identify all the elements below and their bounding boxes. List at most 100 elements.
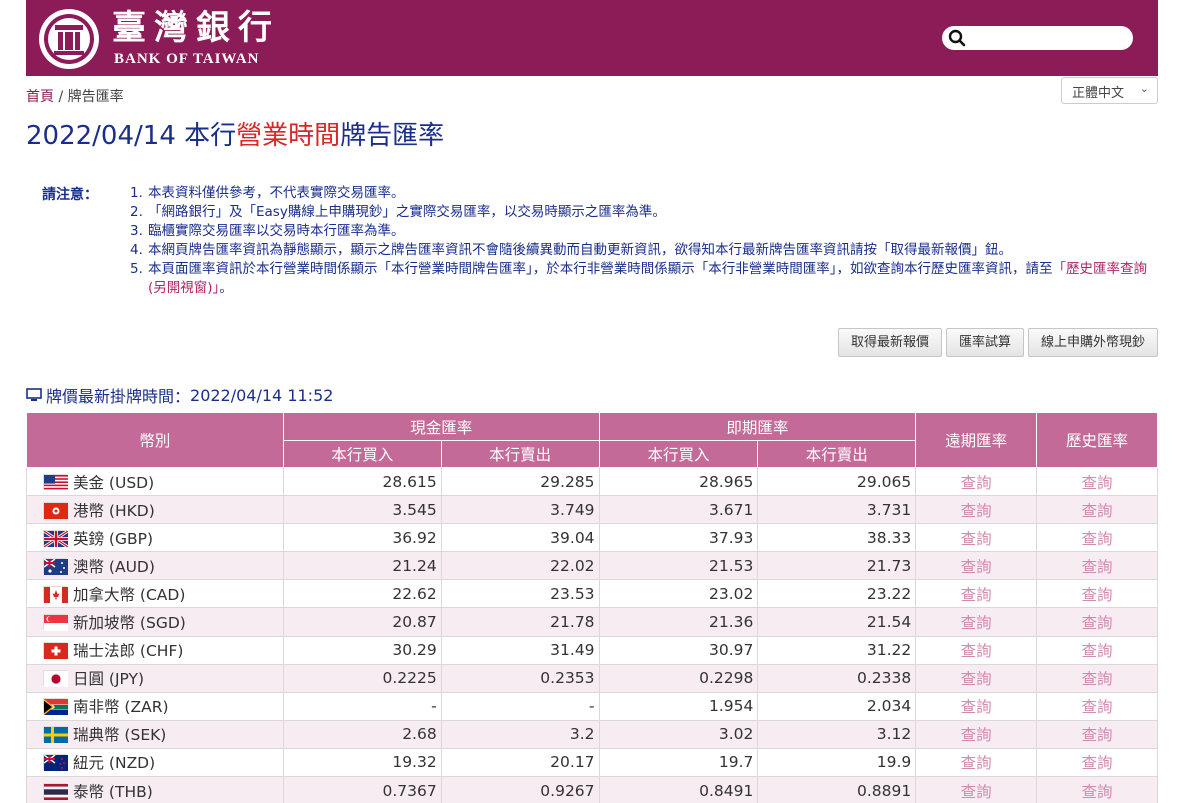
spot-buy-cell: 28.965: [598, 466, 759, 497]
table-row: 瑞典幣 (SEK) 2.68 3.2 3.02 3.12 查詢 查詢: [26, 719, 1158, 749]
spot-sell-cell: 19.9: [757, 747, 917, 778]
currency-cell: 新加坡幣 (SGD): [26, 607, 284, 637]
update-time: 牌價最新掛牌時間： 2022/04/14 11:52: [26, 383, 333, 407]
currency-name: 瑞典幣 (SEK): [73, 726, 167, 745]
bank-name-zh: 臺灣銀行: [112, 8, 280, 48]
forward-rate-query-link[interactable]: 查詢: [915, 635, 1038, 665]
history-rate-query-link[interactable]: 查詢: [1036, 663, 1158, 693]
cash-buy-cell: 3.545: [282, 495, 442, 525]
table-row: 南非幣 (ZAR) - -1.954 2.034 查詢 查詢: [26, 691, 1158, 721]
history-rate-query-link[interactable]: 查詢: [1036, 551, 1158, 581]
exchange-rate-table: 幣別 現金匯率 即期匯率 遠期匯率 歷史匯率 本行買入 本行賣出 本行買入 本行…: [26, 412, 1158, 803]
spot-buy-cell: 30.97: [598, 635, 759, 665]
refresh-quote-button[interactable]: 取得最新報價: [837, 328, 942, 357]
notice-list: 1. 本表資料僅供參考，不代表實際交易匯率。 2. 「網路銀行」及「Easy購線上申…: [130, 184, 1150, 298]
breadcrumb-home-link[interactable]: 首頁: [26, 89, 54, 105]
bank-logo-icon[interactable]: [38, 8, 100, 70]
table-row: 美金 (USD) 28.615 29.285 28.965 29.065 查詢 查詢: [26, 466, 1158, 497]
forward-rate-query-link[interactable]: 查詢: [915, 495, 1038, 525]
currency-cell: 瑞士法郎 (CHF): [26, 635, 284, 665]
spot-buy-cell: 23.02: [598, 579, 759, 609]
forward-rate-query-link[interactable]: 查詢: [915, 466, 1038, 497]
language-select[interactable]: 正體中文 ⌄: [1061, 77, 1158, 104]
header-spot-sell: 本行賣出: [757, 440, 917, 468]
flag-hk-icon: [43, 501, 68, 519]
search-input[interactable]: [942, 26, 1133, 50]
forward-rate-query-link[interactable]: 查詢: [915, 719, 1038, 749]
page-title-highlight: 營業時間: [236, 121, 341, 151]
cash-buy-cell: 30.29: [282, 635, 442, 665]
table-row: 澳幣 (AUD) 21.24 22.02 21.53 21.73 查詢 查詢: [26, 551, 1158, 581]
forward-rate-query-link[interactable]: 查詢: [915, 691, 1038, 721]
spot-sell-cell: 3.731: [757, 495, 917, 525]
history-rate-query-link[interactable]: 查詢: [1036, 466, 1158, 497]
table-row: 瑞士法郎 (CHF) 30.29 31.49 30.97 31.22 查詢 查詢: [26, 635, 1158, 665]
notice-item-number: 4.: [130, 242, 143, 258]
history-rate-query-link[interactable]: 查詢: [1036, 719, 1158, 749]
table-row: 加拿大幣 (CAD) 22.62 23.53 23.02 23.22 查詢 查詢: [26, 579, 1158, 609]
flag-sg-icon: [43, 614, 68, 632]
currency-name: 瑞士法郎 (CHF): [73, 642, 184, 661]
spot-buy-cell: 21.53: [598, 551, 759, 581]
currency-cell: 瑞典幣 (SEK): [26, 719, 284, 749]
forward-rate-query-link[interactable]: 查詢: [915, 607, 1038, 637]
flag-se-icon: [43, 726, 68, 744]
cash-buy-cell: 22.62: [282, 579, 442, 609]
spot-buy-cell: 37.93: [598, 523, 759, 553]
currency-cell: 澳幣 (AUD): [26, 551, 284, 581]
history-rate-query-link[interactable]: 查詢: [1036, 579, 1158, 609]
forward-rate-query-link[interactable]: 查詢: [915, 579, 1038, 609]
history-rate-query-link[interactable]: 查詢: [1036, 747, 1158, 778]
flag-gb-icon: [43, 529, 68, 547]
spot-sell-cell: 2.034: [757, 691, 917, 721]
history-rate-query-link[interactable]: 查詢: [1036, 691, 1158, 721]
forward-rate-query-link[interactable]: 查詢: [915, 663, 1038, 693]
spot-buy-cell: 1.954: [598, 691, 759, 721]
cash-sell-cell: 29.285: [440, 466, 600, 497]
history-rate-query-link[interactable]: 查詢: [1036, 523, 1158, 553]
forward-rate-query-link[interactable]: 查詢: [915, 776, 1038, 803]
action-buttons: 取得最新報價 匯率試算 線上申購外幣現鈔: [837, 328, 1158, 357]
cash-sell-cell: 21.78: [440, 607, 600, 637]
table-row: 紐元 (NZD) 19.32 20.17 19.7 19.9 查詢 查詢: [26, 747, 1158, 778]
history-rate-query-link[interactable]: 查詢: [1036, 776, 1158, 803]
page-title: 2022/04/14 本行營業時間牌告匯率: [26, 115, 444, 152]
spot-buy-cell: 21.36: [598, 607, 759, 637]
header-forward-rate: 遠期匯率: [915, 412, 1038, 468]
flag-au-icon: [43, 557, 68, 575]
header-spot-buy: 本行買入: [598, 440, 759, 468]
cash-sell-cell: 3.749: [440, 495, 600, 525]
flag-th-icon: [43, 782, 68, 800]
currency-cell: 港幣 (HKD): [26, 495, 284, 525]
spot-buy-cell: 3.671: [598, 495, 759, 525]
header-spot-rate: 即期匯率: [598, 412, 917, 441]
currency-name: 港幣 (HKD): [73, 501, 155, 520]
rate-calculator-button[interactable]: 匯率試算: [945, 328, 1024, 357]
currency-cell: 美金 (USD): [26, 466, 284, 497]
history-rate-query-link[interactable]: 查詢: [1036, 495, 1158, 525]
cash-buy-cell: 2.68: [282, 719, 442, 749]
cash-sell-cell: 20.17: [440, 747, 600, 778]
cash-sell-cell: 39.04: [440, 523, 600, 553]
cash-sell-cell: 0.9267: [440, 776, 600, 803]
buy-foreign-cash-button[interactable]: 線上申購外幣現鈔: [1027, 328, 1158, 357]
notice-item-number: 3.: [130, 223, 143, 239]
currency-name: 新加坡幣 (SGD): [73, 614, 186, 633]
flag-ca-icon: [43, 585, 68, 603]
spot-buy-cell: 0.8491: [598, 776, 759, 803]
history-rate-query-link[interactable]: 查詢: [1036, 607, 1158, 637]
bank-name-en: BANK OF TAIWAN: [114, 51, 260, 67]
notice-item-text: 臨櫃實際交易匯率以交易時本行匯率為準。: [148, 223, 405, 239]
history-rate-query-link[interactable]: 查詢: [1036, 635, 1158, 665]
search-icon[interactable]: [948, 29, 966, 47]
spot-buy-cell: 0.2298: [598, 663, 759, 693]
forward-rate-query-link[interactable]: 查詢: [915, 551, 1038, 581]
forward-rate-query-link[interactable]: 查詢: [915, 747, 1038, 778]
spot-buy-cell: 3.02: [598, 719, 759, 749]
flag-ch-icon: [43, 642, 68, 660]
currency-cell: 英鎊 (GBP): [26, 523, 284, 553]
cash-buy-cell: 28.615: [282, 466, 442, 497]
table-row: 港幣 (HKD) 3.545 3.749 3.671 3.731 查詢 查詢: [26, 495, 1158, 525]
notice-item-text: 本表資料僅供參考，不代表實際交易匯率。: [148, 185, 405, 201]
forward-rate-query-link[interactable]: 查詢: [915, 523, 1038, 553]
